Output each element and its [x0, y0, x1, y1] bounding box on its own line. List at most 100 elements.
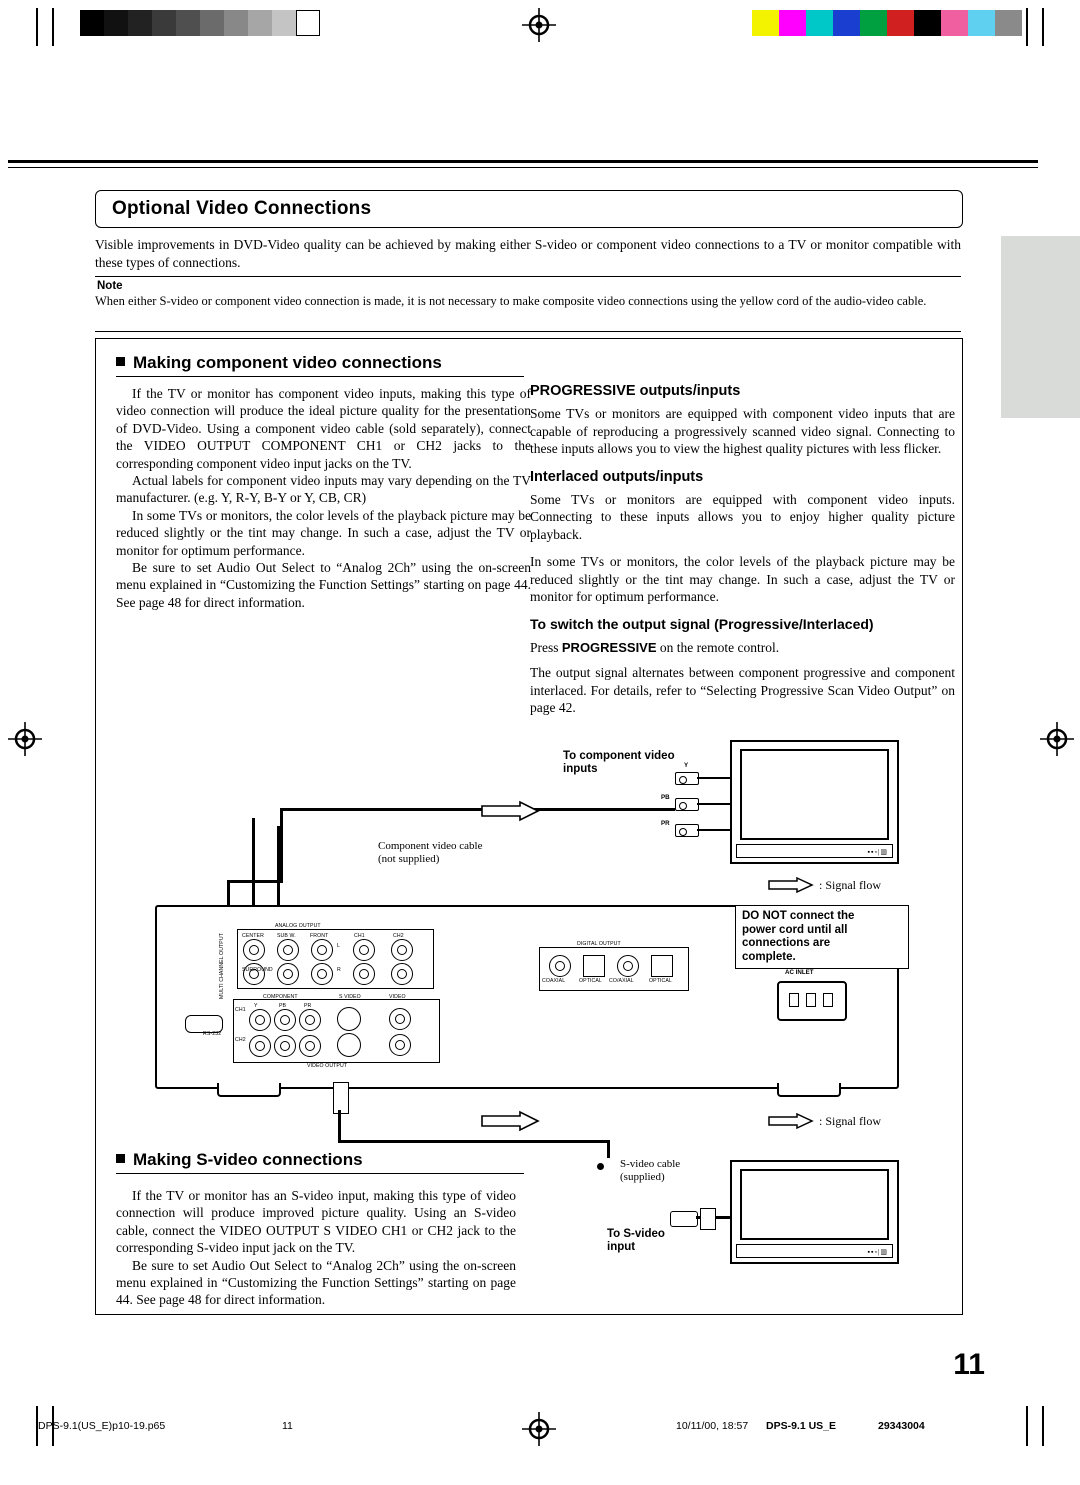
signal-flow-legend-top-label: : Signal flow [819, 878, 881, 892]
jack-label-pr: PR [661, 820, 670, 827]
label-panel-y: Y [254, 1003, 258, 1009]
signal-flow-legend-arrow-bottom [768, 1112, 814, 1130]
analog-output-title: ANALOG OUTPUT [275, 923, 321, 929]
tv-socket-line-y [697, 777, 730, 779]
component-y-ch2 [249, 1035, 271, 1057]
switch-paragraph-2: The output signal alternates between com… [530, 665, 955, 716]
component-pr-ch1 [299, 1009, 321, 1031]
warning-line-3: connections are [742, 937, 831, 949]
warning-line-2: power cord until all [742, 923, 848, 936]
square-bullet-icon-2 [116, 1154, 125, 1163]
component-cable-branch-1 [227, 880, 283, 883]
subheading-progressive: PROGRESSIVE outputs/inputs [530, 383, 741, 399]
jack-label-y: Y [684, 762, 689, 769]
color-calibration-ramp [752, 10, 1022, 36]
registration-mark-right [1040, 722, 1074, 756]
component-cable-bus-horizontal [280, 808, 675, 811]
warning-line-1: DO NOT connect the [742, 910, 855, 922]
coaxial-jack-1 [549, 955, 571, 977]
component-pb-ch1 [274, 1009, 296, 1031]
subheading-switch-output: To switch the output signal (Progressive… [530, 616, 874, 633]
to-svideo-line1: To S-video [607, 1228, 665, 1240]
rca-ch2-l [391, 939, 413, 961]
label-l: L [337, 943, 340, 949]
switch-p1-pre: Press [530, 639, 562, 655]
to-svideo-input-label: To S-video input [607, 1228, 665, 1254]
ac-inlet-pin-3 [823, 993, 833, 1007]
component-cable-label-line1: Component video cable [378, 840, 483, 852]
label-ac-inlet: AC INLET [785, 969, 814, 976]
digital-output-title: DIGITAL OUTPUT [577, 941, 621, 947]
component-paragraph-1: If the TV or monitor has component video… [116, 386, 531, 471]
jack-label-pb: PB [661, 794, 670, 801]
rca-front-l [311, 939, 333, 961]
video-jack-ch2 [389, 1034, 411, 1056]
note-text: When either S-video or component video c… [95, 294, 927, 308]
optical-jack-2 [651, 955, 673, 977]
signal-flow-arrow-svideo [481, 1110, 540, 1132]
component-cable-bus-vertical [280, 808, 283, 880]
signal-flow-legend-arrow-top [768, 876, 814, 894]
svideo-cable-dot [597, 1163, 604, 1170]
component-y-ch1 [249, 1009, 271, 1031]
svideo-paragraph-2: Be sure to set Audio Out Select to “Anal… [116, 1257, 516, 1308]
tv-socket-line-pb [697, 803, 730, 805]
label-svideo-panel: S VIDEO [339, 994, 361, 1000]
component-cable-drop-3 [277, 826, 280, 910]
crop-mark-tr-v2 [1042, 8, 1044, 46]
rca-ch2-r [391, 963, 413, 985]
video-jack-ch1 [389, 1008, 411, 1030]
progressive-paragraph-1: Some TVs or monitors are equipped with c… [530, 406, 955, 457]
footer-page-small: 11 [282, 1420, 293, 1432]
rca-ch1-l [353, 939, 375, 961]
footer-date: 10/11/00, 18:57 [676, 1420, 749, 1432]
label-video-output: VIDEO OUTPUT [307, 1063, 348, 1069]
rca-surround-r [277, 963, 299, 985]
rca-center [243, 939, 265, 961]
optical-jack-1 [583, 955, 605, 977]
page-title-text: Optional Video Connections [112, 198, 372, 219]
section-heading-component: Making component video connections [116, 353, 524, 377]
plug-y [675, 772, 699, 785]
rs232-connector [185, 1015, 223, 1033]
svideo-cable-label-line1: S-video cable [620, 1158, 681, 1170]
section-heading-svideo: Making S-video connections [116, 1150, 524, 1174]
label-ch1-video: CH1 [235, 1007, 246, 1013]
footer-code: 29343004 [878, 1420, 925, 1432]
tv-bottom-screen [740, 1169, 889, 1240]
tv-bottom: ▪▪▫|▥ [730, 1160, 899, 1264]
registration-mark-top [522, 8, 556, 42]
multi-channel-output-title: MULTI CHANNEL OUTPUT [219, 933, 225, 999]
switch-p1-post: on the remote control. [656, 639, 780, 655]
header-rule-thin [8, 167, 1038, 168]
crop-mark-tl-v [36, 8, 38, 46]
label-video-panel: VIDEO [389, 994, 406, 1000]
registration-mark-left [8, 722, 42, 756]
to-svideo-line2: input [607, 1241, 636, 1253]
svideo-tv-socket [700, 1208, 716, 1230]
svideo-plug-at-unit [333, 1082, 349, 1114]
unit-foot-left [217, 1083, 281, 1097]
component-pb-ch2 [274, 1035, 296, 1057]
page-title: Optional Video Connections [95, 190, 963, 228]
intro-paragraph: Visible improvements in DVD-Video qualit… [95, 237, 961, 270]
document-page: Optional Video Connections Visible impro… [0, 0, 1080, 1485]
crop-mark-br-v2 [1042, 1406, 1044, 1446]
section-heading-svideo-text: Making S-video connections [133, 1150, 363, 1169]
component-paragraph-4: Be sure to set Audio Out Select to “Anal… [116, 560, 531, 610]
svideo-cable-label-line2: (supplied) [620, 1171, 665, 1183]
subheading-interlaced: Interlaced outputs/inputs [530, 468, 704, 485]
label-coaxial-2: CO/AXIAL [609, 978, 634, 984]
svideo-cable-horizontal [338, 1140, 610, 1143]
ac-inlet-pin-2 [806, 993, 816, 1007]
svideo-paragraph-1: If the TV or monitor has an S-video inpu… [116, 1188, 516, 1256]
footer-model: DPS-9.1 US_E [766, 1420, 837, 1432]
tv-socket-line-pr [697, 829, 730, 831]
note-label: Note [97, 280, 123, 292]
component-cable-drop-2 [252, 818, 255, 910]
plug-pr [675, 824, 699, 837]
component-cable-label-line2: (not supplied) [378, 853, 440, 865]
component-cable-label: Component video cable (not supplied) [378, 840, 538, 866]
section-heading-component-text: Making component video connections [133, 353, 442, 372]
crop-mark-br-v [1026, 1406, 1028, 1446]
